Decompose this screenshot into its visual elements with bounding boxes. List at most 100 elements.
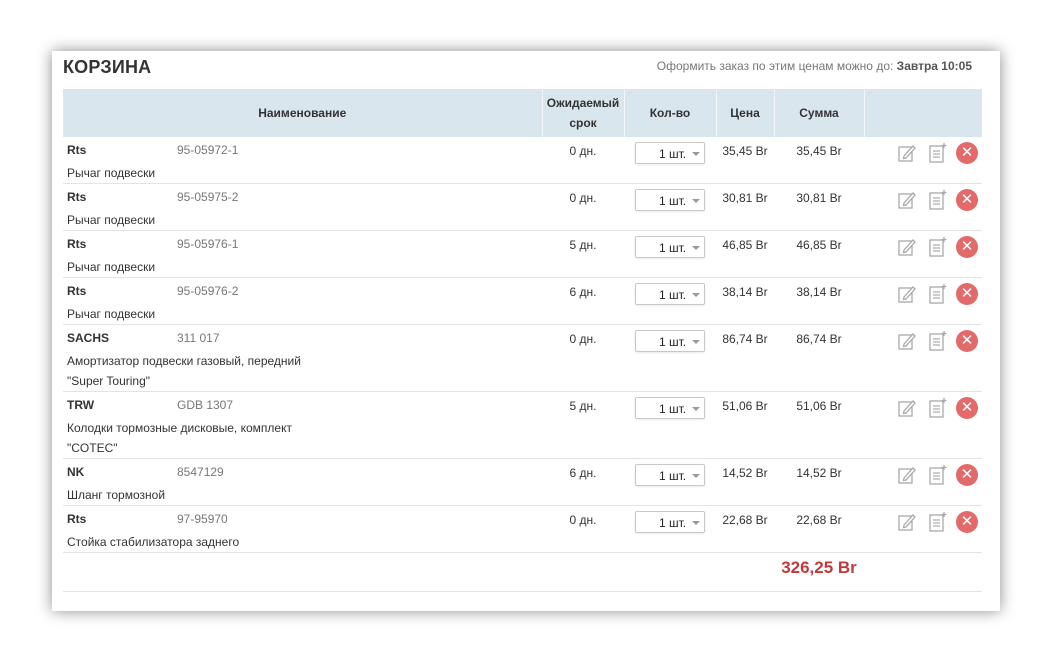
item-price: 38,14 Br bbox=[716, 277, 774, 325]
item-price: 51,06 Br bbox=[716, 391, 774, 459]
item-description: Рычаг подвески bbox=[67, 213, 156, 227]
edit-icon[interactable] bbox=[896, 464, 918, 486]
table-row: TRW GDB 1307 Колодки тормозные дисковые, … bbox=[63, 391, 982, 459]
chevron-down-icon bbox=[692, 407, 700, 411]
item-brand: NK bbox=[67, 465, 85, 479]
item-brand: Rts bbox=[67, 143, 87, 157]
delete-icon[interactable]: ✕ bbox=[956, 464, 978, 486]
edit-icon[interactable] bbox=[896, 511, 918, 533]
column-term-line1: Ожидаемый bbox=[546, 96, 620, 110]
note-icon[interactable] bbox=[926, 464, 948, 486]
quantity-select[interactable]: 1 шт. bbox=[635, 464, 705, 486]
item-description: Амортизатор подвески газовый, передний "… bbox=[67, 354, 301, 388]
item-article: 97-95970 bbox=[177, 512, 228, 526]
item-price: 30,81 Br bbox=[716, 183, 774, 231]
table-row: Rts 95-05975-2 Рычаг подвески 0 дн. 1 шт.… bbox=[63, 183, 982, 231]
item-actions: ✕ bbox=[864, 458, 982, 506]
item-qty-cell: 1 шт. bbox=[624, 137, 716, 184]
item-price: 14,52 Br bbox=[716, 458, 774, 506]
item-qty-cell: 1 шт. bbox=[624, 505, 716, 553]
quantity-select[interactable]: 1 шт. bbox=[635, 189, 705, 211]
item-description: Стойка стабилизатора заднего bbox=[67, 535, 240, 549]
item-name-cell: NK 8547129 Шланг тормозной bbox=[63, 458, 542, 506]
column-sum: Сумма bbox=[774, 89, 865, 137]
note-icon[interactable] bbox=[926, 283, 948, 305]
note-icon[interactable] bbox=[926, 511, 948, 533]
edit-icon[interactable] bbox=[896, 236, 918, 258]
quantity-value: 1 шт. bbox=[659, 469, 687, 483]
edit-icon[interactable] bbox=[896, 283, 918, 305]
chevron-down-icon bbox=[692, 474, 700, 478]
delete-icon[interactable]: ✕ bbox=[956, 189, 978, 211]
edit-icon[interactable] bbox=[896, 142, 918, 164]
quantity-select[interactable]: 1 шт. bbox=[635, 330, 705, 352]
quantity-select[interactable]: 1 шт. bbox=[635, 283, 705, 305]
chevron-down-icon bbox=[692, 293, 700, 297]
quantity-select[interactable]: 1 шт. bbox=[635, 142, 705, 164]
quantity-select[interactable]: 1 шт. bbox=[635, 236, 705, 258]
column-term-line2: срок bbox=[569, 116, 597, 130]
item-actions: ✕ bbox=[864, 324, 982, 392]
item-brand: SACHS bbox=[67, 331, 110, 345]
table-row: Rts 95-05976-2 Рычаг подвески 6 дн. 1 шт.… bbox=[63, 277, 982, 325]
note-icon[interactable] bbox=[926, 189, 948, 211]
item-name-cell: Rts 97-95970 Стойка стабилизатора заднего bbox=[63, 505, 542, 553]
page-title: КОРЗИНА bbox=[63, 57, 152, 77]
table-header: Наименование Ожидаемый срок Кол-во Цена … bbox=[63, 89, 982, 137]
item-sum: 14,52 Br bbox=[774, 458, 864, 506]
quantity-select[interactable]: 1 шт. bbox=[635, 511, 705, 533]
item-term: 0 дн. bbox=[542, 505, 624, 553]
note-icon[interactable] bbox=[926, 397, 948, 419]
edit-icon[interactable] bbox=[896, 397, 918, 419]
cart-rows: Rts 95-05972-1 Рычаг подвески 0 дн. 1 шт.… bbox=[63, 137, 982, 553]
item-sum: 46,85 Br bbox=[774, 230, 864, 278]
delete-icon[interactable]: ✕ bbox=[956, 236, 978, 258]
chevron-down-icon bbox=[692, 340, 700, 344]
item-name-cell: SACHS 311 017 Амортизатор подвески газовы… bbox=[63, 324, 542, 392]
edit-icon[interactable] bbox=[896, 189, 918, 211]
item-description: Рычаг подвески bbox=[67, 260, 156, 274]
item-article: 95-05976-2 bbox=[177, 284, 239, 298]
item-term: 5 дн. bbox=[542, 230, 624, 278]
item-name-cell: Rts 95-05972-1 Рычаг подвески bbox=[63, 137, 542, 184]
item-term: 6 дн. bbox=[542, 458, 624, 506]
item-article: 311 017 bbox=[177, 331, 220, 345]
table-row: NK 8547129 Шланг тормозной 6 дн. 1 шт. 14… bbox=[63, 458, 982, 506]
item-brand: TRW bbox=[67, 398, 95, 412]
item-price: 46,85 Br bbox=[716, 230, 774, 278]
cart-table: Наименование Ожидаемый срок Кол-во Цена … bbox=[63, 89, 982, 592]
item-name-cell: Rts 95-05975-2 Рычаг подвески bbox=[63, 183, 542, 231]
item-description: Рычаг подвески bbox=[67, 166, 156, 180]
item-sum: 86,74 Br bbox=[774, 324, 864, 392]
item-price: 86,74 Br bbox=[716, 324, 774, 392]
quantity-value: 1 шт. bbox=[659, 194, 687, 208]
quantity-value: 1 шт. bbox=[659, 288, 687, 302]
quantity-value: 1 шт. bbox=[659, 335, 687, 349]
delete-icon[interactable]: ✕ bbox=[956, 511, 978, 533]
total-row: 326,25 Br bbox=[63, 552, 982, 592]
item-qty-cell: 1 шт. bbox=[624, 324, 716, 392]
item-qty-cell: 1 шт. bbox=[624, 391, 716, 459]
item-name-cell: Rts 95-05976-2 Рычаг подвески bbox=[63, 277, 542, 325]
delete-icon[interactable]: ✕ bbox=[956, 283, 978, 305]
delete-icon[interactable]: ✕ bbox=[956, 142, 978, 164]
note-icon[interactable] bbox=[926, 142, 948, 164]
chevron-down-icon bbox=[692, 152, 700, 156]
item-name-cell: Rts 95-05976-1 Рычаг подвески bbox=[63, 230, 542, 278]
note-icon[interactable] bbox=[926, 236, 948, 258]
item-description: Рычаг подвески bbox=[67, 307, 156, 321]
item-qty-cell: 1 шт. bbox=[624, 458, 716, 506]
item-sum: 35,45 Br bbox=[774, 137, 864, 184]
item-term: 0 дн. bbox=[542, 137, 624, 184]
item-term: 0 дн. bbox=[542, 324, 624, 392]
item-brand: Rts bbox=[67, 284, 87, 298]
item-description: Колодки тормозные дисковые, комплект "CO… bbox=[67, 421, 292, 455]
quantity-select[interactable]: 1 шт. bbox=[635, 397, 705, 419]
delete-icon[interactable]: ✕ bbox=[956, 330, 978, 352]
edit-icon[interactable] bbox=[896, 330, 918, 352]
note-icon[interactable] bbox=[926, 330, 948, 352]
delete-icon[interactable]: ✕ bbox=[956, 397, 978, 419]
item-article: 8547129 bbox=[177, 465, 224, 479]
item-term: 6 дн. bbox=[542, 277, 624, 325]
item-actions: ✕ bbox=[864, 137, 982, 184]
